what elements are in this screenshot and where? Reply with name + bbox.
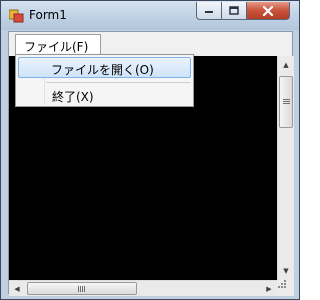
horizontal-scroll-thumb[interactable]	[27, 282, 137, 295]
maximize-button[interactable]	[221, 2, 247, 20]
main-window: Form1 ファイル(F) ▲ ▼ ◀ ▶ ファイルを開く(O) 終了(X)	[0, 0, 300, 300]
app-icon	[9, 9, 24, 23]
scroll-left-button[interactable]: ◀	[9, 281, 25, 296]
menu-item-label: ファイルを開く(O)	[51, 63, 154, 77]
menu-item-exit[interactable]: 終了(X)	[18, 85, 191, 105]
minimize-icon	[205, 10, 213, 13]
vertical-scrollbar[interactable]: ▲ ▼	[277, 56, 294, 280]
scroll-right-button[interactable]: ▶	[261, 281, 277, 296]
menu-bar: ファイル(F)	[9, 32, 292, 56]
grip-icon	[78, 286, 85, 292]
menu-file[interactable]: ファイル(F)	[15, 34, 101, 55]
vertical-scroll-thumb[interactable]	[279, 76, 293, 128]
close-button[interactable]	[246, 2, 290, 20]
menu-separator	[46, 82, 191, 83]
file-dropdown-menu: ファイルを開く(O) 終了(X)	[15, 54, 194, 107]
menu-item-label: 終了(X)	[52, 90, 94, 104]
arrow-down-icon: ▼	[283, 266, 289, 275]
menu-item-open-file[interactable]: ファイルを開く(O)	[18, 57, 191, 78]
grip-icon	[283, 99, 290, 105]
arrow-up-icon: ▲	[283, 60, 289, 69]
window-title: Form1	[29, 8, 67, 22]
arrow-left-icon: ◀	[14, 284, 20, 293]
title-bar[interactable]: Form1	[1, 1, 299, 30]
maximize-icon	[229, 6, 239, 15]
horizontal-scrollbar[interactable]: ◀ ▶	[9, 280, 277, 296]
minimize-button[interactable]	[196, 2, 222, 20]
size-grip-icon[interactable]	[277, 279, 287, 289]
close-icon	[262, 5, 274, 16]
scroll-up-button[interactable]: ▲	[278, 56, 294, 73]
scroll-down-button[interactable]: ▼	[278, 262, 294, 279]
arrow-right-icon: ▶	[266, 284, 272, 293]
